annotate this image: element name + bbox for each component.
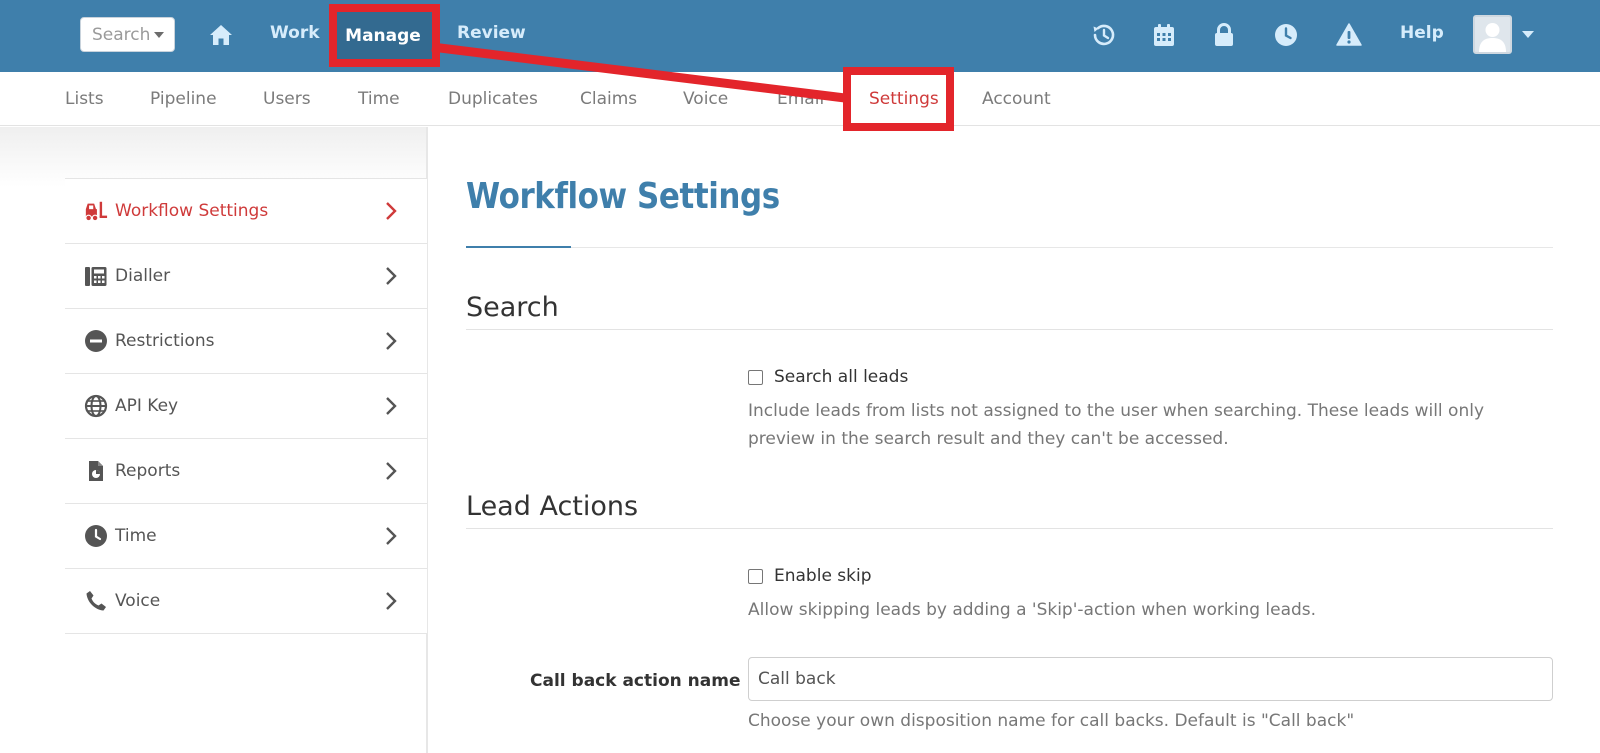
forklift-icon bbox=[85, 201, 108, 222]
top-navbar: Search Work Manage Review Help bbox=[0, 0, 1600, 72]
sidebar-item-workflow-settings[interactable]: Workflow Settings bbox=[65, 179, 427, 244]
callback-action-name-help: Choose your own disposition name for cal… bbox=[748, 711, 1355, 731]
subnav-claims[interactable]: Claims bbox=[580, 89, 637, 109]
nav-work[interactable]: Work bbox=[270, 23, 320, 43]
chevron-down-icon[interactable] bbox=[1522, 31, 1534, 38]
sidebar-item-label: API Key bbox=[115, 396, 179, 416]
clock-icon bbox=[85, 525, 107, 547]
section-divider bbox=[466, 528, 1553, 529]
enable-skip-help: Allow skipping leads by adding a 'Skip'-… bbox=[748, 600, 1317, 620]
home-icon[interactable] bbox=[208, 22, 234, 48]
phone-icon bbox=[86, 591, 106, 611]
search-all-leads-checkbox-row[interactable]: Search all leads bbox=[748, 367, 908, 387]
sidebar-item-api-key[interactable]: API Key bbox=[65, 374, 427, 439]
sidebar-item-label: Restrictions bbox=[115, 331, 215, 351]
subnav-time[interactable]: Time bbox=[358, 89, 400, 109]
sidebar-item-label: Voice bbox=[115, 591, 161, 611]
section-heading-lead-actions: Lead Actions bbox=[466, 491, 639, 522]
sub-navbar: Lists Pipeline Users Time Duplicates Cla… bbox=[0, 72, 1600, 126]
subnav-settings[interactable]: Settings bbox=[869, 89, 939, 109]
file-chart-icon bbox=[89, 461, 103, 481]
sidebar-item-label: Dialler bbox=[115, 266, 171, 286]
callback-action-name-label: Call back action name bbox=[530, 671, 741, 691]
chevron-right-icon bbox=[386, 397, 397, 415]
callback-action-name-input[interactable] bbox=[748, 657, 1553, 701]
chevron-right-icon bbox=[386, 332, 397, 350]
search-all-leads-help: Include leads from lists not assigned to… bbox=[748, 401, 1485, 449]
search-dropdown[interactable]: Search bbox=[80, 17, 175, 52]
settings-menu: Workflow Settings Dialler Restrictions A… bbox=[65, 178, 427, 634]
minus-circle-icon bbox=[85, 330, 107, 352]
user-silhouette-icon bbox=[1479, 23, 1506, 52]
search-dropdown-label: Search bbox=[92, 24, 151, 45]
enable-skip-checkbox[interactable] bbox=[748, 568, 763, 584]
globe-icon bbox=[84, 394, 108, 418]
section-heading-search: Search bbox=[466, 292, 559, 323]
chevron-right-icon bbox=[386, 592, 397, 610]
sidebar-item-time[interactable]: Time bbox=[65, 504, 427, 569]
subnav-email[interactable]: Email bbox=[777, 89, 824, 109]
nav-help[interactable]: Help bbox=[1400, 23, 1444, 43]
chevron-right-icon bbox=[386, 202, 397, 220]
sidebar-item-voice[interactable]: Voice bbox=[65, 569, 427, 634]
subnav-account[interactable]: Account bbox=[982, 89, 1051, 109]
nav-review[interactable]: Review bbox=[457, 23, 526, 43]
sidebar-item-dialler[interactable]: Dialler bbox=[65, 244, 427, 309]
subnav-voice[interactable]: Voice bbox=[683, 89, 728, 109]
caret-down-icon bbox=[154, 32, 164, 38]
sidebar-item-label: Workflow Settings bbox=[115, 201, 269, 221]
sidebar-item-label: Reports bbox=[115, 461, 181, 481]
chevron-right-icon bbox=[386, 462, 397, 480]
nav-manage[interactable]: Manage bbox=[331, 8, 435, 63]
lock-icon[interactable] bbox=[1210, 21, 1238, 49]
chevron-right-icon bbox=[386, 527, 397, 545]
section-divider bbox=[466, 329, 1553, 330]
clock-icon[interactable] bbox=[1272, 21, 1300, 49]
history-icon[interactable] bbox=[1090, 21, 1118, 49]
subnav-pipeline[interactable]: Pipeline bbox=[150, 89, 217, 109]
nav-manage-label: Manage bbox=[345, 25, 421, 46]
warning-icon[interactable] bbox=[1335, 21, 1363, 49]
chevron-right-icon bbox=[386, 267, 397, 285]
sidebar-item-label: Time bbox=[115, 526, 157, 546]
subnav-users[interactable]: Users bbox=[263, 89, 311, 109]
title-accent bbox=[466, 246, 571, 248]
avatar[interactable] bbox=[1473, 15, 1512, 54]
page-title: Workflow Settings bbox=[466, 176, 780, 217]
sidebar-item-reports[interactable]: Reports bbox=[65, 439, 427, 504]
enable-skip-label: Enable skip bbox=[774, 566, 872, 586]
subnav-duplicates[interactable]: Duplicates bbox=[448, 89, 538, 109]
calendar-icon[interactable] bbox=[1150, 21, 1178, 49]
title-divider bbox=[466, 247, 1553, 248]
search-all-leads-checkbox[interactable] bbox=[748, 369, 763, 385]
search-all-leads-label: Search all leads bbox=[774, 367, 909, 387]
enable-skip-checkbox-row[interactable]: Enable skip bbox=[748, 566, 872, 586]
fax-icon bbox=[85, 267, 107, 286]
sidebar-item-restrictions[interactable]: Restrictions bbox=[65, 309, 427, 374]
subnav-lists[interactable]: Lists bbox=[65, 89, 104, 109]
